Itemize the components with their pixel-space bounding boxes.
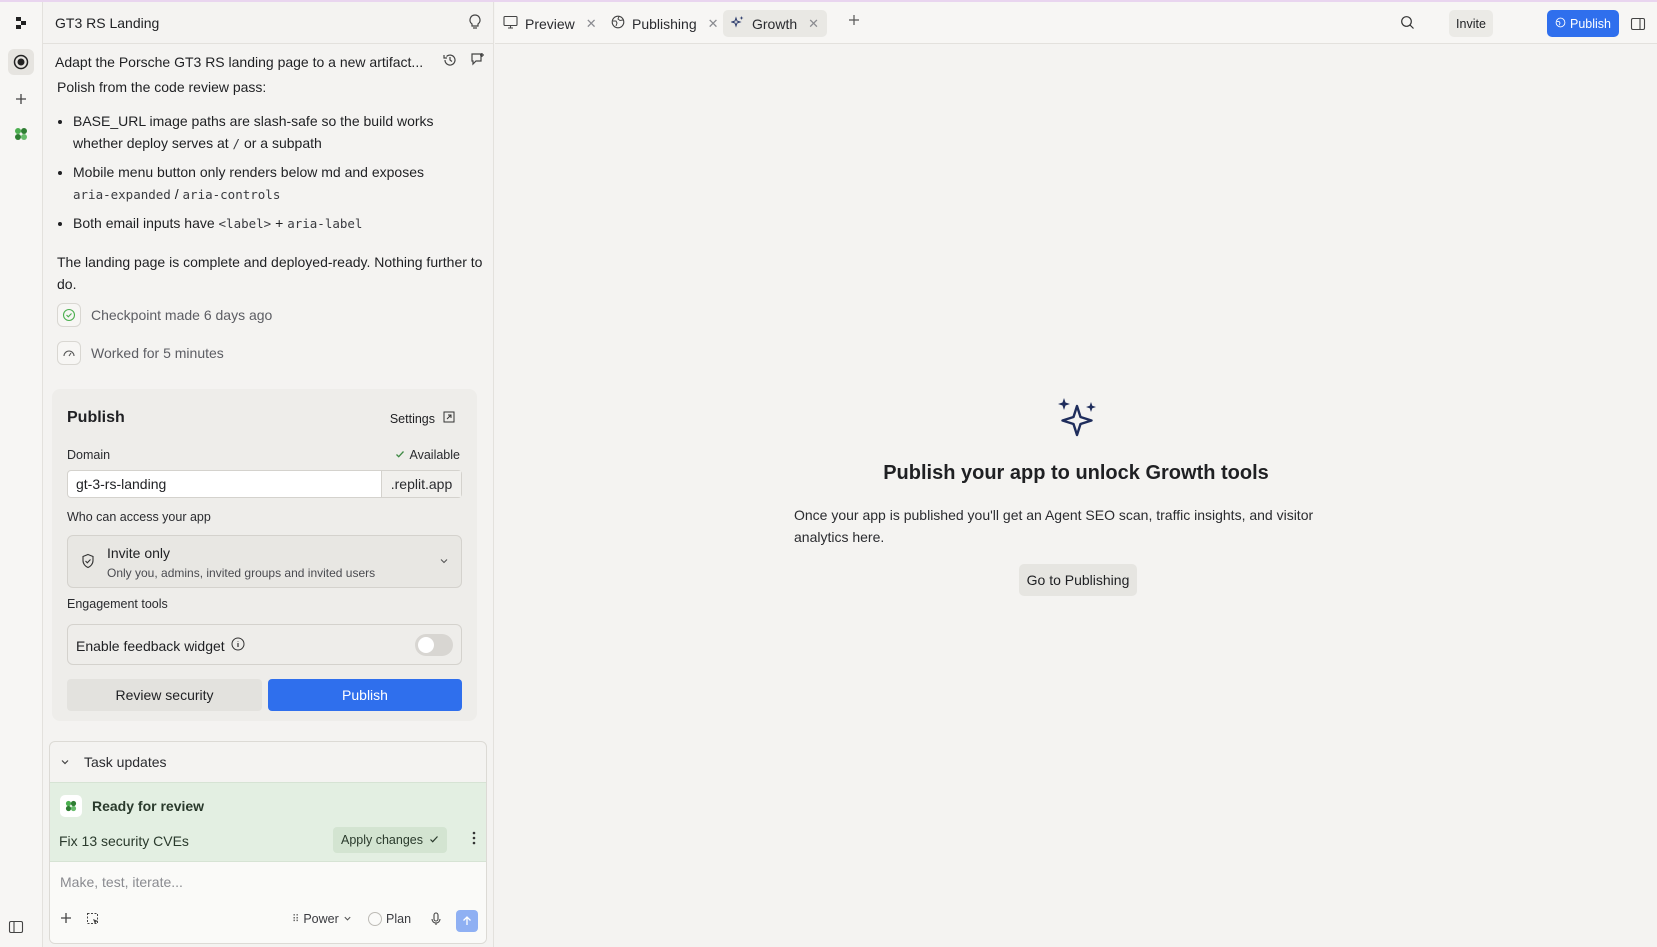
gauge-icon	[57, 341, 81, 365]
project-bar: GT3 RS Landing	[43, 2, 494, 44]
top-publish-button[interactable]: Publish	[1547, 10, 1619, 37]
task-updates-header[interactable]: Task updates	[50, 742, 486, 782]
new-tab-plus-icon[interactable]	[8, 86, 34, 112]
checkpoint-text: Checkpoint made 6 days ago	[91, 307, 273, 323]
tab-publishing[interactable]: Publishing ✕	[603, 10, 727, 37]
engagement-label: Engagement tools	[67, 597, 168, 611]
task-status: Ready for review	[92, 798, 205, 814]
replit-logo-icon[interactable]	[8, 10, 34, 36]
globe-icon	[611, 15, 625, 32]
tab-growth[interactable]: Growth ✕	[723, 10, 828, 37]
close-icon[interactable]: ✕	[586, 16, 597, 32]
message-bullets: BASE_URL image paths are slash-safe so t…	[73, 110, 487, 235]
left-rail	[0, 2, 43, 947]
domain-input[interactable]	[68, 471, 381, 497]
growth-title: Publish your app to unlock Growth tools	[883, 462, 1269, 484]
publish-globe-icon	[1555, 17, 1566, 31]
feedback-widget-label: Enable feedback widget	[76, 637, 225, 654]
more-options-icon[interactable]	[472, 831, 476, 848]
access-select[interactable]: Invite only Only you, admins, invited gr…	[67, 535, 462, 588]
send-button[interactable]	[456, 910, 478, 932]
chevron-down-icon	[60, 754, 70, 770]
publish-card: Publish Settings Domain Available .repli…	[52, 389, 477, 721]
domain-label: Domain	[67, 448, 111, 462]
access-select-value: Invite only	[107, 545, 171, 561]
agent-icon[interactable]	[8, 49, 34, 75]
chevron-down-icon	[343, 912, 352, 926]
app-flower-icon[interactable]	[8, 121, 34, 147]
feedback-widget-toggle[interactable]	[415, 634, 453, 656]
growth-description: Once your app is published you'll get an…	[794, 507, 1314, 545]
checkpoint-row[interactable]: Checkpoint made 6 days ago	[57, 303, 272, 327]
chat-header: Adapt the Porsche GT3 RS landing page to…	[43, 45, 494, 79]
access-label: Who can access your app	[67, 510, 211, 524]
check-icon	[395, 448, 405, 462]
shield-icon	[80, 553, 96, 572]
new-chat-icon[interactable]	[470, 52, 486, 71]
history-icon[interactable]	[442, 52, 458, 71]
mode-select[interactable]: ⠿ Power	[292, 912, 352, 926]
info-icon[interactable]	[231, 637, 245, 654]
tab-bar: Preview ✕ Publishing ✕ Growth ✕ Invite P…	[495, 2, 1657, 44]
domain-available-status: Available	[395, 448, 460, 462]
plan-checkbox	[368, 912, 382, 926]
check-icon	[429, 833, 439, 847]
plan-toggle[interactable]: Plan	[368, 912, 411, 926]
app-flower-icon	[60, 795, 82, 817]
agent-message: Polish from the code review pass: BASE_U…	[57, 76, 487, 295]
check-circle-icon	[57, 303, 81, 327]
task-name[interactable]: Fix 13 security CVEs	[59, 833, 189, 849]
task-card: Ready for review Fix 13 security CVEs Ap…	[50, 782, 486, 862]
feedback-widget-row: Enable feedback widget	[67, 624, 462, 665]
attach-plus-icon[interactable]	[60, 912, 72, 924]
task-updates-panel: Task updates Ready for review Fix 13 sec…	[49, 741, 487, 944]
toggle-panel-icon[interactable]	[1624, 10, 1651, 37]
apply-changes-button[interactable]: Apply changes	[333, 827, 447, 853]
chevron-down-icon	[439, 554, 449, 569]
list-item: BASE_URL image paths are slash-safe so t…	[73, 110, 487, 155]
list-item: Both email inputs have <label> + aria-la…	[73, 212, 487, 235]
sparkles-icon	[1055, 396, 1099, 445]
prompt-toolbar: ⠿ Power Plan	[50, 908, 486, 938]
growth-panel: Publish your app to unlock Growth tools …	[495, 45, 1657, 947]
review-security-button[interactable]: Review security	[67, 679, 262, 711]
prompt-input[interactable]	[60, 874, 470, 890]
prompt-box: ⠿ Power Plan	[50, 862, 486, 943]
agent-panel: GT3 RS Landing Adapt the Porsche GT3 RS …	[43, 2, 494, 947]
lightbulb-icon[interactable]	[468, 14, 482, 33]
growth-empty-state: Publish your app to unlock Growth tools …	[495, 45, 1657, 947]
invite-button[interactable]: Invite	[1449, 10, 1493, 37]
grid-dots-icon: ⠿	[292, 913, 300, 925]
search-icon[interactable]	[1400, 15, 1415, 33]
domain-suffix: .replit.app	[381, 471, 461, 497]
message-intro: Polish from the code review pass:	[57, 79, 267, 95]
access-select-description: Only you, admins, invited groups and inv…	[107, 566, 376, 580]
chat-title: Adapt the Porsche GT3 RS landing page to…	[55, 54, 424, 70]
external-link-icon	[443, 411, 455, 426]
message-final: The landing page is complete and deploye…	[57, 254, 483, 292]
worked-row[interactable]: Worked for 5 minutes	[57, 341, 224, 365]
add-tab-icon[interactable]	[848, 14, 860, 29]
tab-preview[interactable]: Preview ✕	[495, 10, 605, 37]
close-icon[interactable]: ✕	[708, 16, 719, 32]
publish-card-title: Publish	[67, 409, 125, 426]
go-to-publishing-button[interactable]: Go to Publishing	[1019, 564, 1137, 596]
domain-field: .replit.app	[67, 470, 462, 498]
project-title[interactable]: GT3 RS Landing	[55, 15, 159, 31]
list-item: Mobile menu button only renders below md…	[73, 161, 487, 206]
worked-text: Worked for 5 minutes	[91, 345, 224, 361]
close-icon[interactable]: ✕	[808, 16, 819, 32]
publish-button[interactable]: Publish	[268, 679, 462, 711]
monitor-icon	[503, 15, 518, 32]
sparkles-icon	[730, 15, 745, 32]
select-element-icon[interactable]	[86, 912, 100, 926]
sidebar-toggle-icon[interactable]	[8, 919, 24, 938]
publish-settings-link[interactable]: Settings	[390, 411, 455, 426]
microphone-icon[interactable]	[430, 912, 442, 926]
